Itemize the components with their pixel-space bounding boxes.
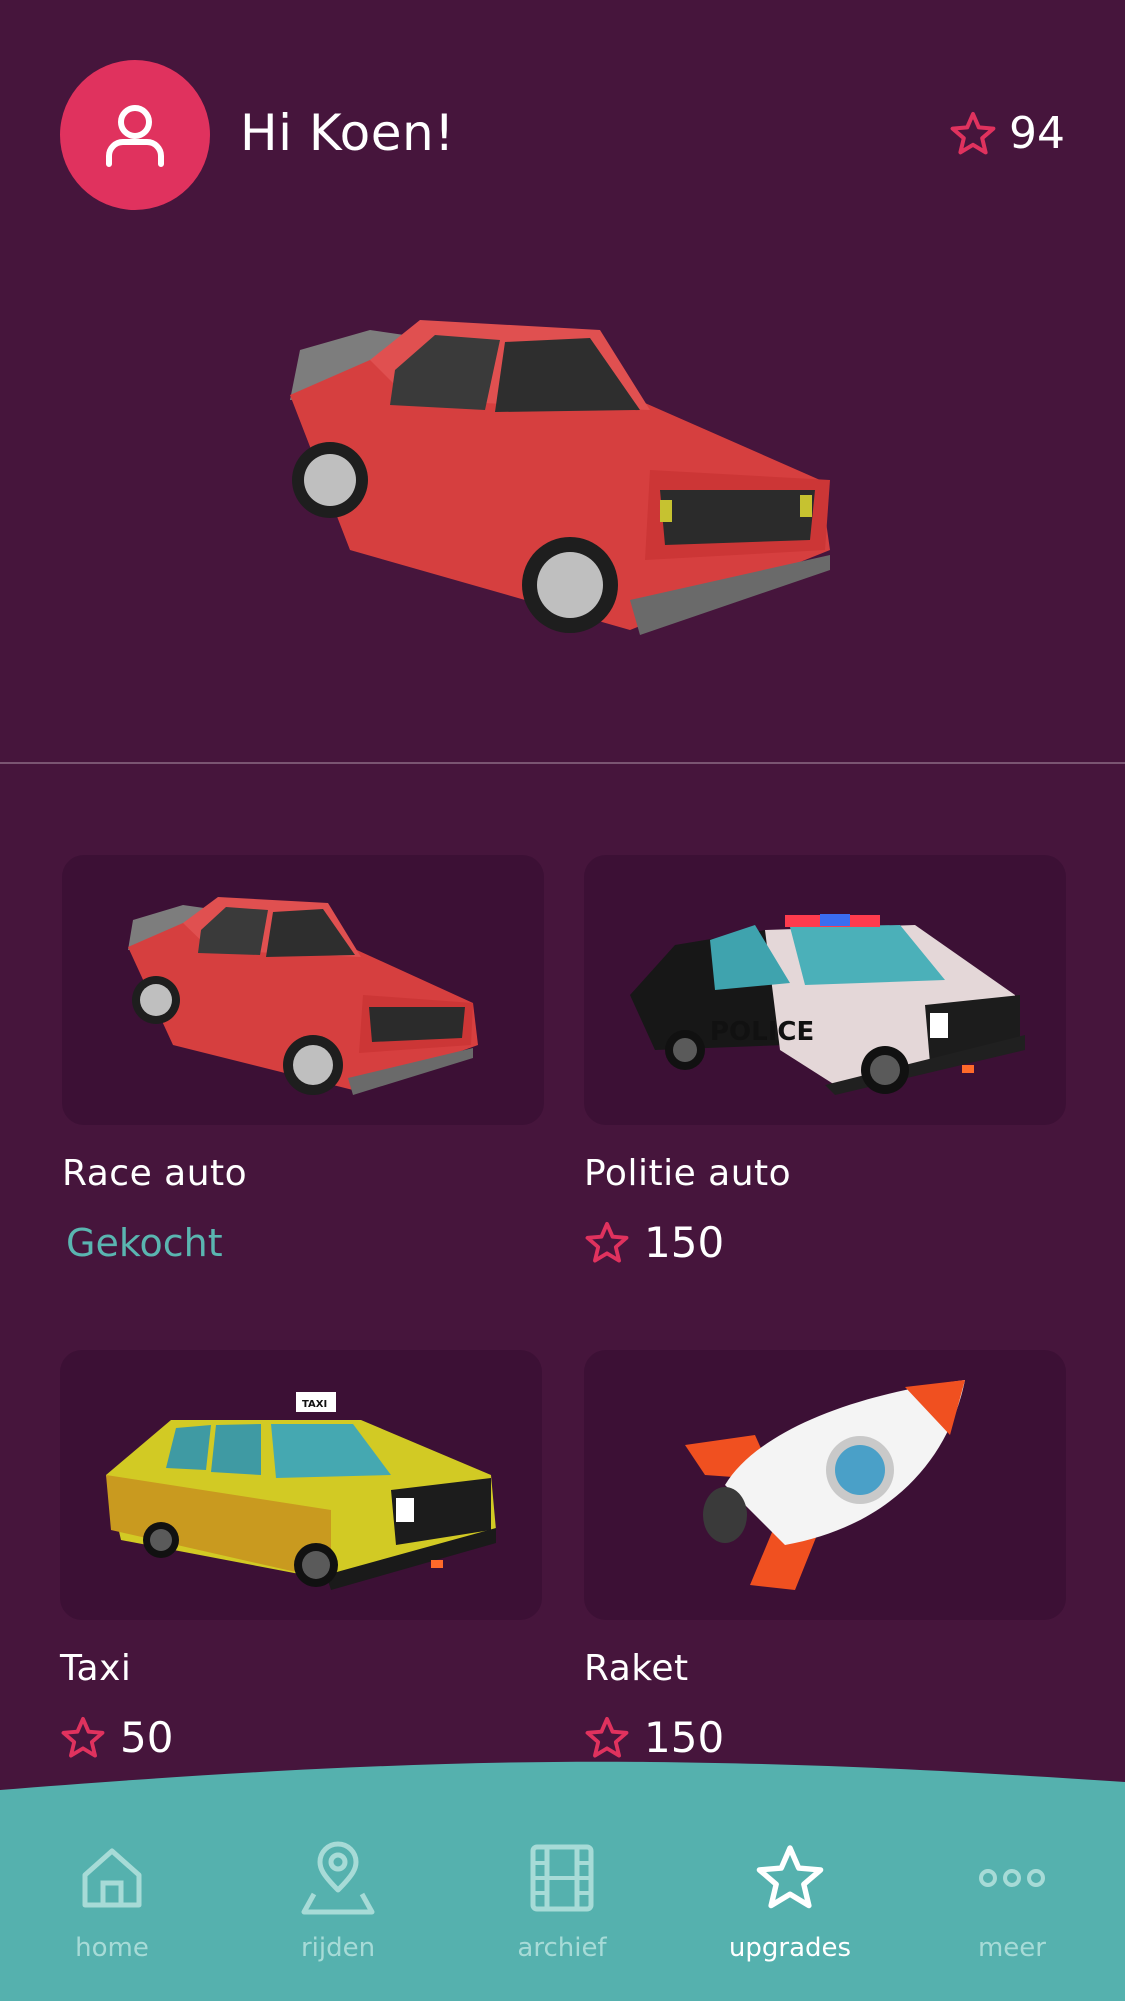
police-car-image: POLICE (584, 855, 1066, 1125)
shop-item-taxi[interactable]: TAXI Taxi 50 (60, 1350, 542, 1762)
nav-upgrades[interactable]: upgrades (700, 1838, 880, 1964)
svg-text:POLICE: POLICE (710, 1017, 814, 1047)
nav-archief[interactable]: archief (472, 1838, 652, 1964)
price-value: 150 (644, 1218, 725, 1267)
nav-meer[interactable]: meer (922, 1838, 1102, 1964)
svg-text:TAXI: TAXI (302, 1399, 327, 1410)
star-icon (585, 1716, 629, 1758)
star-icon (950, 112, 996, 155)
shop-item-name: Raket (584, 1648, 689, 1689)
shop-item-raket[interactable]: Raket 150 (584, 1350, 1066, 1762)
shop-item-name: Politie auto (584, 1153, 792, 1194)
home-icon (82, 1848, 142, 1908)
nav-archief-label: archief (517, 1933, 607, 1963)
star-balance-value: 94 (1009, 108, 1065, 159)
selected-vehicle-image (270, 300, 850, 680)
star-icon (756, 1845, 824, 1909)
more-dots-icon (979, 1869, 1045, 1887)
shop-item-name: Taxi (60, 1648, 132, 1689)
taxi-car-image: TAXI (60, 1350, 542, 1620)
shop-item-price: 150 (584, 1219, 1066, 1267)
purchased-status: Gekocht (66, 1221, 223, 1265)
map-pin-icon (301, 1841, 375, 1915)
section-divider (0, 762, 1125, 764)
bottom-navigation: home rijden archief upgrades meer (0, 1760, 1125, 2001)
user-icon (106, 105, 164, 167)
nav-meer-label: meer (977, 1933, 1046, 1963)
nav-home-label: home (75, 1933, 149, 1963)
nav-home[interactable]: home (22, 1838, 202, 1964)
profile-avatar-button[interactable] (60, 60, 210, 210)
star-balance: 94 (949, 106, 1065, 162)
price-value: 50 (120, 1713, 174, 1762)
nav-rijden[interactable]: rijden (248, 1838, 428, 1964)
shop-item-name: Race auto (62, 1153, 248, 1194)
star-icon (585, 1221, 629, 1263)
greeting-text: Hi Koen! (240, 104, 455, 162)
star-icon (61, 1716, 105, 1758)
film-icon (530, 1844, 594, 1912)
shop-item-price: 50 (60, 1714, 542, 1762)
rocket-image (584, 1350, 1066, 1620)
nav-rijden-label: rijden (300, 1933, 376, 1963)
shop-item-race-auto[interactable]: Race auto Gekocht (62, 855, 544, 1267)
shop-item-price: 150 (584, 1714, 1066, 1762)
nav-upgrades-label: upgrades (728, 1933, 852, 1963)
race-car-image (62, 855, 544, 1125)
price-value: 150 (644, 1713, 725, 1762)
shop-item-politie-auto[interactable]: POLICE Politie auto 150 (584, 855, 1066, 1267)
